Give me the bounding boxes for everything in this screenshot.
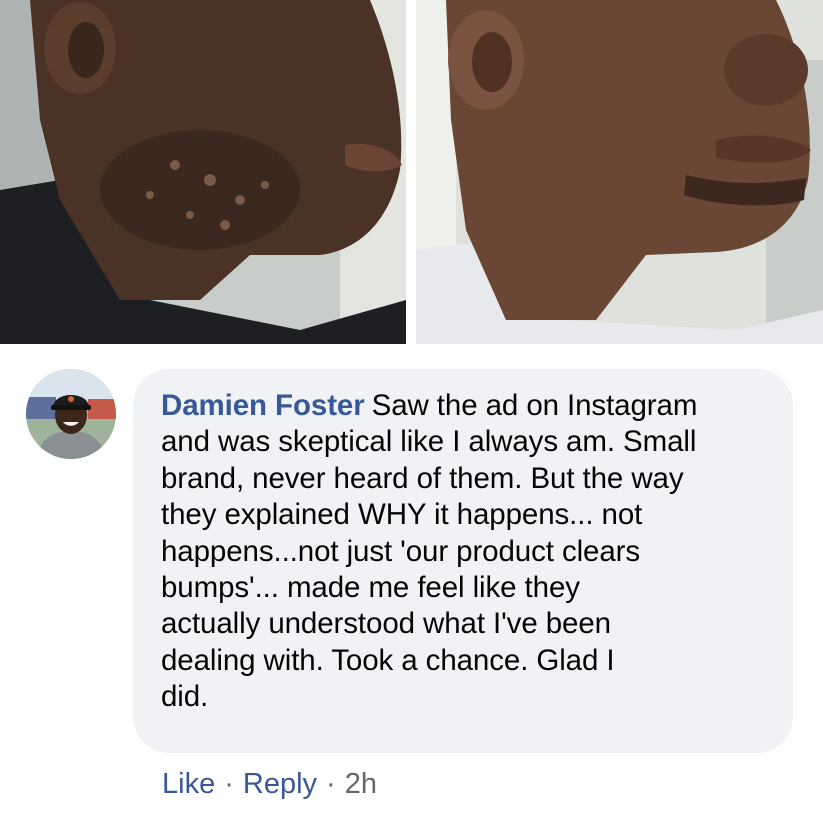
- comment-text: Damien Foster Saw the ad on Instagram and …: [161, 388, 753, 716]
- before-photo: [0, 0, 406, 344]
- avatar-image: [26, 369, 116, 459]
- comment-line: and was skeptical like I always am. Smal…: [161, 425, 697, 459]
- comment-line: Saw the ad on Instagram: [371, 389, 698, 422]
- comment-line: did.: [161, 680, 209, 714]
- before-after-photos: [0, 0, 823, 344]
- comment-line: actually understood what I've been: [161, 607, 611, 641]
- comment-line: they explained WHY it happens... not: [161, 498, 643, 532]
- author-name[interactable]: Damien Foster: [161, 389, 365, 422]
- comment-bubble: Damien Foster Saw the ad on Instagram and …: [133, 369, 793, 753]
- separator-dot: ·: [224, 767, 234, 800]
- comment-line: happens...not just 'our product clears: [161, 534, 641, 568]
- comment-line: dealing with. Took a chance. Glad I: [161, 643, 615, 677]
- comment-line: bumps'... made me feel like they: [161, 571, 580, 605]
- comment-actions: Like · Reply · 2h: [162, 764, 377, 804]
- separator-dot: ·: [326, 767, 336, 800]
- after-photo: [416, 0, 823, 344]
- timestamp[interactable]: 2h: [345, 768, 377, 801]
- avatar[interactable]: [26, 369, 116, 459]
- like-link[interactable]: Like: [162, 768, 215, 801]
- reply-link[interactable]: Reply: [243, 768, 317, 801]
- comment-line: brand, never heard of them. But the way: [161, 461, 684, 495]
